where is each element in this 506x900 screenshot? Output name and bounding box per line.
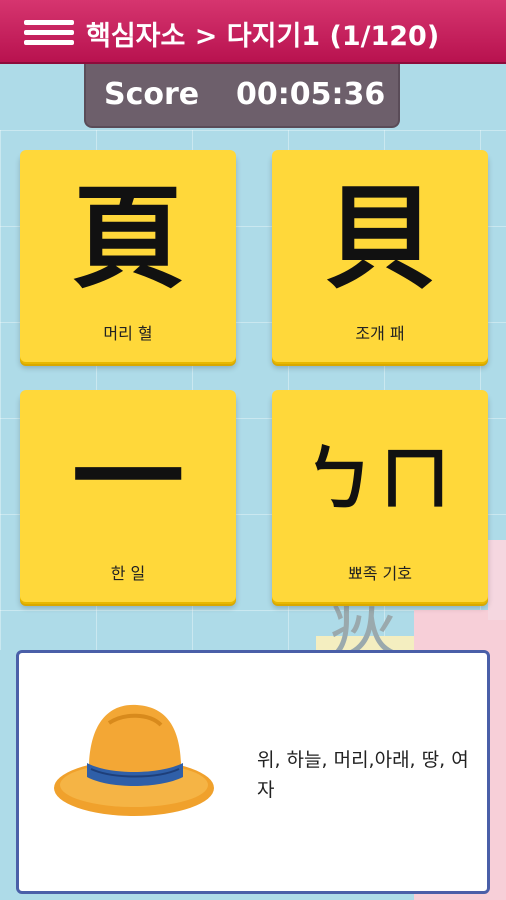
background-tile-pink xyxy=(488,540,506,620)
card-label: 머리 혈 xyxy=(103,324,153,343)
card-glyph: 一 xyxy=(72,413,184,544)
hint-panel: 위, 하늘, 머리,아래, 땅, 여자 xyxy=(16,650,490,894)
answer-card-1[interactable]: 頁 머리 혈 xyxy=(20,150,236,362)
hint-text: 위, 하늘, 머리,아래, 땅, 여자 xyxy=(257,749,469,801)
answer-card-4[interactable]: ㄅㄇ 뾰족 기호 xyxy=(272,390,488,602)
card-label: 한 일 xyxy=(110,564,146,583)
card-label: 조개 패 xyxy=(355,324,405,343)
hat-icon xyxy=(54,704,214,816)
card-glyph: 貝 xyxy=(324,173,436,304)
answer-card-3[interactable]: 一 한 일 xyxy=(20,390,236,602)
app-header: 핵심자소 > 다지기1 (1/120) xyxy=(0,0,506,64)
card-glyph: ㄅㄇ xyxy=(304,437,456,520)
card-label: 뾰족 기호 xyxy=(348,564,412,583)
score-panel: Score 00:05:36 xyxy=(84,64,400,128)
page-title: 핵심자소 > 다지기1 (1/120) xyxy=(86,21,440,52)
card-glyph: 頁 xyxy=(72,173,184,304)
menu-icon[interactable] xyxy=(24,20,74,46)
timer: 00:05:36 xyxy=(236,77,386,112)
answer-card-2[interactable]: 貝 조개 패 xyxy=(272,150,488,362)
score-label: Score xyxy=(104,77,200,112)
